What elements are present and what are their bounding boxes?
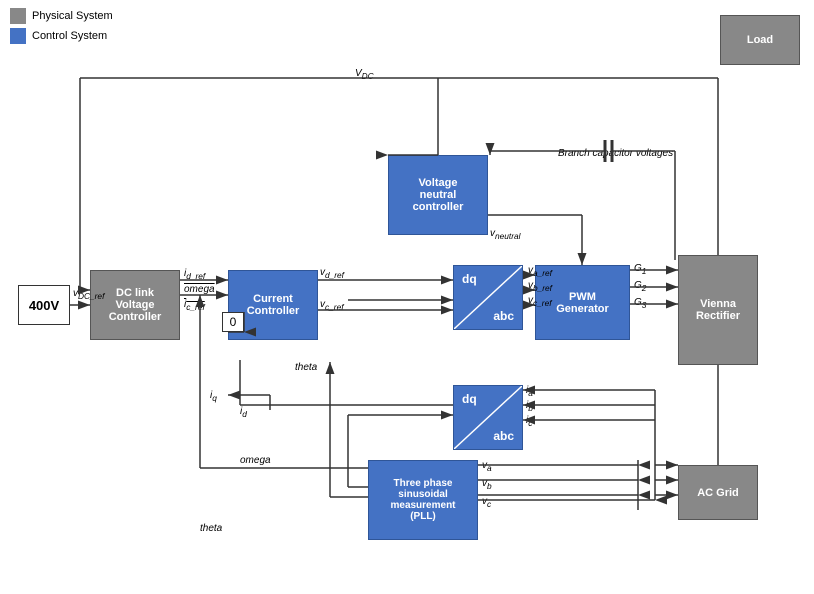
voltage-neutral-block: Voltageneutralcontroller xyxy=(388,155,488,235)
vd-ref-label: vd_ref xyxy=(320,267,344,280)
vc-ref-label: vc_ref xyxy=(320,299,344,312)
zero-block: 0 xyxy=(222,312,244,332)
id-label: id xyxy=(240,406,247,419)
legend-label-physical: Physical System xyxy=(32,10,113,22)
vc-ref2-label: vc_ref xyxy=(528,295,552,308)
vb-label: vb xyxy=(482,478,492,491)
g1-label: G1 xyxy=(634,263,646,276)
omega-pll-label: omega xyxy=(240,455,271,466)
vienna-rectifier-block: ViennaRectifier xyxy=(678,255,758,365)
ic-ref-label: ic_ref xyxy=(184,299,205,312)
source-400v-block: 400V xyxy=(18,285,70,325)
ic-label: ic xyxy=(526,415,532,428)
id-ref-label: id_ref xyxy=(184,268,205,281)
vb-ref-label: vb_ref xyxy=(528,280,552,293)
legend-physical: Physical System xyxy=(10,8,113,24)
abc-mid-label: abc xyxy=(493,429,514,443)
dq-mid-label: dq xyxy=(462,392,477,406)
vdc-label: VDC xyxy=(355,68,374,81)
load-block: Load xyxy=(720,15,800,65)
dq-abc-mid-block: dq abc xyxy=(453,385,523,450)
iq-label: iq xyxy=(210,390,217,403)
g3-label: G3 xyxy=(634,297,646,310)
diagram-container: Physical System Control System Load 400V… xyxy=(0,0,814,594)
omega-label1: omega xyxy=(184,284,215,295)
g2-label: G2 xyxy=(634,280,646,293)
legend: Physical System Control System xyxy=(10,8,113,48)
branch-cap-label: Branch capacitor voltages xyxy=(558,148,673,159)
three-phase-block: Three phasesinusoidalmeasurement(PLL) xyxy=(368,460,478,540)
dq-abc-top-block: dq abc xyxy=(453,265,523,330)
ia-label: ia xyxy=(526,385,533,398)
ib-label: ib xyxy=(526,400,533,413)
legend-label-control: Control System xyxy=(32,30,107,42)
va-ref-label: va_ref xyxy=(528,265,552,278)
dq-top-label: dq xyxy=(462,272,477,286)
legend-control: Control System xyxy=(10,28,113,44)
theta-label1: theta xyxy=(295,362,317,373)
legend-box-blue xyxy=(10,28,26,44)
vc-label: vc xyxy=(482,496,491,509)
vneutral-label: vneutral xyxy=(490,228,520,241)
theta-label2: theta xyxy=(200,523,222,534)
ac-grid-block: AC Grid xyxy=(678,465,758,520)
va-label: va xyxy=(482,460,492,473)
vdc-ref-label: vDC_ref xyxy=(73,288,104,301)
legend-box-gray xyxy=(10,8,26,24)
dc-link-block: DC linkVoltageController xyxy=(90,270,180,340)
abc-bottom-label: abc xyxy=(493,309,514,323)
